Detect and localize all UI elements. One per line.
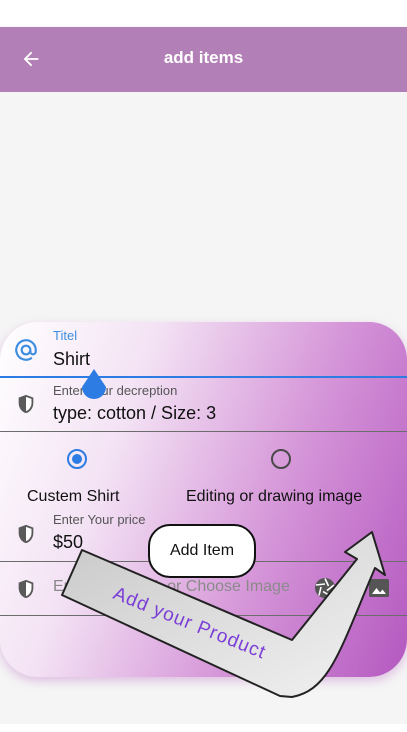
page-title: add items: [163, 48, 244, 67]
radio-label-editing-or-drawing: Editing or drawing image: [186, 488, 363, 505]
add-item-form-card: Titel Shirt Enter your decreption type: …: [0, 322, 407, 677]
radio-editing-or-drawing[interactable]: [270, 448, 292, 470]
camera-icon[interactable]: [313, 576, 337, 600]
title-field-value[interactable]: Shirt: [53, 349, 90, 370]
app-bar: add items: [0, 27, 407, 92]
radio-custem-shirt[interactable]: [66, 448, 88, 470]
shield-icon: [18, 394, 34, 414]
description-field-value[interactable]: type: cotton / Size: 3: [53, 403, 216, 424]
image-icon[interactable]: [367, 576, 391, 600]
title-field-label: Titel: [53, 328, 78, 343]
price-field-value[interactable]: $50: [53, 532, 83, 553]
description-field-label: Enter your decreption: [53, 383, 178, 398]
text-cursor-handle-icon[interactable]: [81, 369, 107, 403]
status-bar: [0, 0, 407, 27]
bottom-strip: [0, 724, 407, 732]
add-item-button[interactable]: Add Item: [148, 524, 256, 578]
description-field[interactable]: Enter your decreption type: cotton / Siz…: [0, 378, 407, 432]
radio-label-custem-shirt: Custem Shirt: [27, 488, 120, 505]
shield-icon: [18, 579, 34, 599]
at-sign-icon: [15, 339, 37, 361]
product-type-radio-group: Custem Shirt Editing or drawing image: [0, 442, 407, 512]
image-url-field-underline: [0, 615, 407, 616]
shield-icon: [18, 524, 34, 544]
price-field-label: Enter Your price: [53, 512, 146, 527]
description-field-underline: [0, 431, 407, 432]
title-field[interactable]: Titel Shirt: [0, 322, 407, 378]
main-content: Titel Shirt Enter your decreption type: …: [0, 92, 407, 724]
image-url-input[interactable]: Enter your URL or Choose Image: [53, 578, 290, 596]
